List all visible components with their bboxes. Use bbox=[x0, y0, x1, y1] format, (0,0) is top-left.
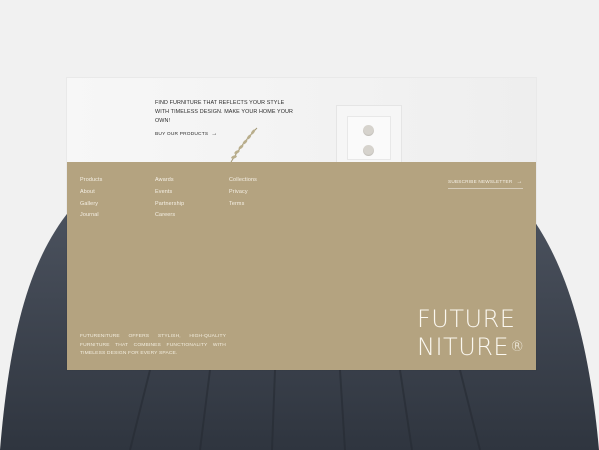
buy-products-link[interactable]: BUY OUR PRODUCTS → bbox=[155, 131, 217, 137]
frame-knob bbox=[363, 125, 374, 136]
plant-decoration bbox=[230, 127, 258, 162]
website-card: FIND FURNITURE THAT REFLECTS YOUR STYLE … bbox=[67, 78, 536, 370]
footer-link-privacy[interactable]: Privacy bbox=[229, 187, 257, 199]
subscribe-newsletter-link[interactable]: SUBSCRIBE NEWSLETTER → bbox=[448, 179, 523, 189]
subscribe-label: SUBSCRIBE NEWSLETTER bbox=[448, 179, 513, 184]
footer-link-terms[interactable]: Terms bbox=[229, 199, 257, 211]
hero-tagline: FIND FURNITURE THAT REFLECTS YOUR STYLE … bbox=[155, 100, 293, 124]
brand-line-2: NITURE® bbox=[417, 333, 525, 361]
footer-link-gallery[interactable]: Gallery bbox=[80, 199, 102, 211]
footer-link-events[interactable]: Events bbox=[155, 187, 184, 199]
footer-column-3: Collections Privacy Terms bbox=[229, 175, 257, 210]
footer-link-journal[interactable]: Journal bbox=[80, 210, 102, 222]
footer-column-2: Awards Events Partnership Careers bbox=[155, 175, 184, 222]
hero-section: FIND FURNITURE THAT REFLECTS YOUR STYLE … bbox=[67, 78, 536, 162]
wall-frame-decoration bbox=[336, 105, 402, 162]
frame-knob bbox=[363, 145, 374, 156]
footer-column-1: Products About Gallery Journal bbox=[80, 175, 102, 222]
footer-link-about[interactable]: About bbox=[80, 187, 102, 199]
brand-logo: FUTURE NITURE® bbox=[417, 305, 525, 361]
footer-link-careers[interactable]: Careers bbox=[155, 210, 184, 222]
footer-link-awards[interactable]: Awards bbox=[155, 175, 184, 187]
footer-link-partnership[interactable]: Partnership bbox=[155, 199, 184, 211]
buy-products-label: BUY OUR PRODUCTS bbox=[155, 132, 209, 137]
registered-mark: ® bbox=[510, 339, 525, 355]
footer-description: FUTURENITURE OFFERS STYLISH, HIGH-QUALIT… bbox=[80, 334, 226, 357]
arrow-right-icon: → bbox=[211, 131, 218, 137]
site-footer: Products About Gallery Journal Awards Ev… bbox=[67, 162, 536, 370]
brand-line-1: FUTURE bbox=[417, 305, 516, 333]
arrow-right-icon: → bbox=[516, 179, 523, 185]
footer-link-products[interactable]: Products bbox=[80, 175, 102, 187]
footer-link-collections[interactable]: Collections bbox=[229, 175, 257, 187]
